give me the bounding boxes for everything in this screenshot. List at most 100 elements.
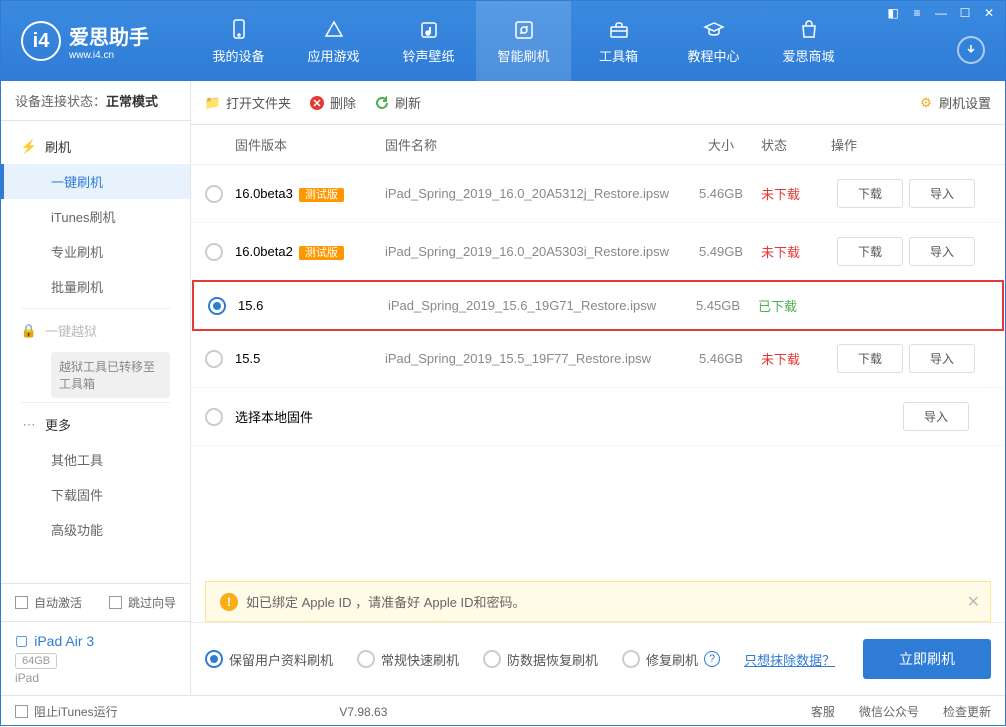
nav-tabs: 我的设备 应用游戏 铃声壁纸 智能刷机 工具箱 教程中心 爱思商城 — [191, 1, 856, 81]
fw-name: iPad_Spring_2019_15.5_19F77_Restore.ipsw — [385, 351, 681, 366]
flash-icon: ⚡ — [21, 139, 37, 155]
opt-normal[interactable]: 常规快速刷机 — [357, 650, 459, 669]
opt-repair[interactable]: 修复刷机? — [622, 650, 720, 669]
app-url: www.i4.cn — [69, 50, 149, 61]
tablet-icon: ▢ — [15, 632, 28, 649]
fw-status: 已下载 — [758, 296, 828, 315]
more-icon: ⋯ — [21, 417, 37, 433]
block-itunes-checkbox[interactable]: 阻止iTunes运行 — [15, 703, 118, 720]
table-header: 固件版本 固件名称 大小 状态 操作 — [191, 125, 1005, 165]
minimize-button[interactable]: — — [933, 5, 949, 21]
toolbox-icon — [607, 18, 631, 42]
menu-button[interactable]: ≡ — [909, 5, 925, 21]
wechat-link[interactable]: 微信公众号 — [859, 703, 919, 720]
fw-size: 5.45GB — [678, 298, 758, 313]
nav-flash[interactable]: 智能刷机 — [476, 1, 571, 81]
erase-link[interactable]: 只想抹除数据？ — [744, 650, 835, 669]
sidebar-itunes-flash[interactable]: iTunes刷机 — [1, 199, 190, 234]
fw-status: 未下载 — [761, 349, 831, 368]
refresh-button[interactable]: 刷新 — [374, 93, 421, 112]
fw-version: 15.6 — [238, 298, 388, 313]
version-label: V7.98.63 — [339, 705, 387, 719]
nav-ringtones[interactable]: 铃声壁纸 — [381, 1, 476, 81]
sidebar-other-tools[interactable]: 其他工具 — [1, 442, 190, 477]
fw-status: 未下载 — [761, 184, 831, 203]
logo-area: i4 爱思助手 www.i4.cn — [1, 21, 191, 61]
fw-version: 16.0beta2测试版 — [235, 244, 385, 260]
radio-anti[interactable] — [483, 650, 501, 668]
fw-name: iPad_Spring_2019_15.6_19G71_Restore.ipsw — [388, 298, 678, 313]
check-update-link[interactable]: 检查更新 — [943, 703, 991, 720]
download-button[interactable]: 下载 — [837, 237, 903, 266]
firmware-row[interactable]: 16.0beta3测试版 iPad_Spring_2019_16.0_20A53… — [191, 165, 1005, 223]
radio-firmware[interactable] — [205, 350, 223, 368]
opt-anti-recovery[interactable]: 防数据恢复刷机 — [483, 650, 598, 669]
device-name[interactable]: ▢iPad Air 3 — [15, 632, 176, 649]
radio-keep[interactable] — [205, 650, 223, 668]
import-button[interactable]: 导入 — [909, 237, 975, 266]
device-type: iPad — [15, 671, 176, 685]
folder-icon: 📁 — [205, 95, 221, 111]
nav-store[interactable]: 爱思商城 — [761, 1, 856, 81]
warning-close-button[interactable]: ✕ — [967, 592, 980, 612]
fw-name: iPad_Spring_2019_16.0_20A5303i_Restore.i… — [385, 244, 681, 259]
skin-button[interactable]: ◧ — [885, 5, 901, 21]
store-icon — [797, 18, 821, 42]
flash-settings-button[interactable]: ⚙刷机设置 — [918, 93, 991, 112]
window-controls: ◧ ≡ — ☐ ✕ — [885, 5, 997, 21]
flash-now-button[interactable]: 立即刷机 — [863, 639, 991, 679]
sync-button[interactable] — [957, 36, 985, 64]
select-local-row[interactable]: 选择本地固件 导入 — [191, 388, 1005, 446]
storage-badge: 64GB — [15, 653, 57, 669]
flash-options: 保留用户资料刷机 常规快速刷机 防数据恢复刷机 修复刷机? 只想抹除数据？ 立即… — [191, 622, 1005, 695]
download-button[interactable]: 下载 — [837, 344, 903, 373]
radio-repair[interactable] — [622, 650, 640, 668]
help-icon[interactable]: ? — [704, 651, 720, 667]
device-icon — [227, 18, 251, 42]
logo-icon: i4 — [21, 21, 61, 61]
sidebar-oneclick-flash[interactable]: 一键刷机 — [1, 164, 190, 199]
close-button[interactable]: ✕ — [981, 5, 997, 21]
radio-normal[interactable] — [357, 650, 375, 668]
skip-guide-checkbox[interactable]: 跳过向导 — [109, 594, 176, 611]
footer: 阻止iTunes运行 V7.98.63 客服 微信公众号 检查更新 — [1, 695, 1005, 727]
opt-keep-data[interactable]: 保留用户资料刷机 — [205, 650, 333, 669]
sidebar-advanced[interactable]: 高级功能 — [1, 512, 190, 547]
beta-badge: 测试版 — [299, 188, 344, 202]
nav-toolbox[interactable]: 工具箱 — [571, 1, 666, 81]
sidebar-pro-flash[interactable]: 专业刷机 — [1, 234, 190, 269]
import-local-button[interactable]: 导入 — [903, 402, 969, 431]
firmware-row[interactable]: 16.0beta2测试版 iPad_Spring_2019_16.0_20A53… — [191, 223, 1005, 281]
music-icon — [417, 18, 441, 42]
open-folder-button[interactable]: 📁打开文件夹 — [205, 93, 291, 112]
download-button[interactable]: 下载 — [837, 179, 903, 208]
col-size: 大小 — [681, 135, 761, 154]
customer-service-link[interactable]: 客服 — [811, 703, 835, 720]
radio-firmware[interactable] — [205, 243, 223, 261]
delete-icon — [309, 95, 325, 111]
warning-bar: ! 如已绑定 Apple ID ，请准备好 Apple ID和密码。 ✕ — [205, 581, 991, 622]
firmware-row[interactable]: 15.6 iPad_Spring_2019_15.6_19G71_Restore… — [192, 280, 1004, 331]
sidebar-batch-flash[interactable]: 批量刷机 — [1, 269, 190, 304]
delete-button[interactable]: 删除 — [309, 93, 356, 112]
radio-local[interactable] — [205, 408, 223, 426]
sidebar-download-fw[interactable]: 下载固件 — [1, 477, 190, 512]
import-button[interactable]: 导入 — [909, 344, 975, 373]
beta-badge: 测试版 — [299, 246, 344, 260]
sidebar-more-header[interactable]: ⋯更多 — [1, 407, 190, 442]
fw-size: 5.49GB — [681, 244, 761, 259]
refresh-icon — [374, 95, 390, 111]
nav-tutorials[interactable]: 教程中心 — [666, 1, 761, 81]
nav-apps[interactable]: 应用游戏 — [286, 1, 381, 81]
import-button[interactable]: 导入 — [909, 179, 975, 208]
firmware-row[interactable]: 15.5 iPad_Spring_2019_15.5_19F77_Restore… — [191, 330, 1005, 388]
fw-size: 5.46GB — [681, 186, 761, 201]
sidebar-jailbreak-header[interactable]: 🔒一键越狱 — [1, 313, 190, 348]
maximize-button[interactable]: ☐ — [957, 5, 973, 21]
radio-firmware[interactable] — [205, 185, 223, 203]
sidebar-flash-header[interactable]: ⚡刷机 — [1, 129, 190, 164]
radio-firmware[interactable] — [208, 297, 226, 315]
nav-my-device[interactable]: 我的设备 — [191, 1, 286, 81]
fw-status: 未下载 — [761, 242, 831, 261]
sidebar: 设备连接状态：正常模式 ⚡刷机 一键刷机 iTunes刷机 专业刷机 批量刷机 … — [1, 81, 191, 695]
